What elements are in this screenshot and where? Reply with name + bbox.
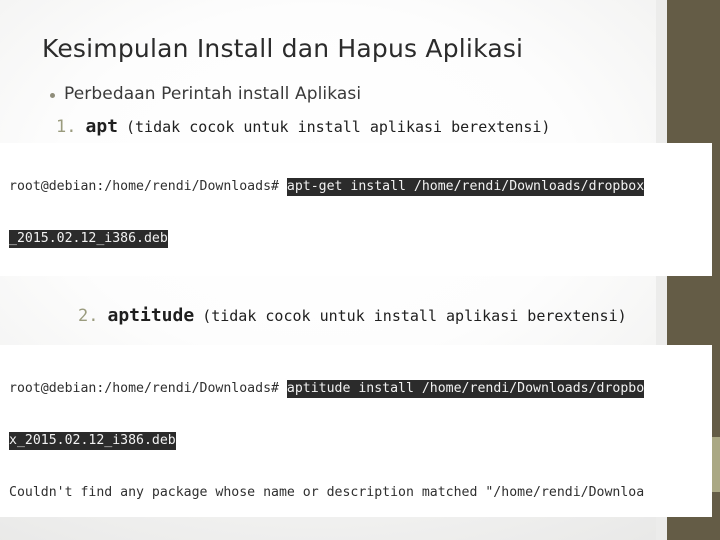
terminal-prompt: root@debian:/home/rendi/Downloads# <box>9 178 287 194</box>
terminal-line-couldnt-find-1: Couldn't find any package whose name or … <box>9 485 645 501</box>
terminal-command-wrap: _2015.02.12_i386.deb <box>9 230 168 249</box>
terminal-command-typed: apt-get install /home/rendi/Downloads/dr… <box>286 177 645 196</box>
numbered-item-command: apt <box>85 116 118 137</box>
bullet-item-label: Perbedaan Perintah install Aplikasi <box>64 84 362 104</box>
bullet-item-perbedaan: Perbedaan Perintah install Aplikasi <box>50 84 361 104</box>
terminal-line-command: root@debian:/home/rendi/Downloads# apt-g… <box>0 177 712 196</box>
numbered-item-marker: 2. <box>78 306 99 326</box>
terminal-command-wrap: x_2015.02.12_i386.deb <box>9 432 176 451</box>
bullet-dot-icon <box>50 92 55 98</box>
numbered-item-marker: 1. <box>56 117 77 137</box>
numbered-item-aptitude: 2. aptitude (tidak cocok untuk install a… <box>78 305 627 326</box>
numbered-item-note: (tidak cocok untuk install aplikasi bere… <box>202 307 627 325</box>
terminal-line-command-wrap: x_2015.02.12_i386.deb <box>0 432 712 451</box>
terminal-output-apt: root@debian:/home/rendi/Downloads# apt-g… <box>0 143 712 276</box>
page-title: Kesimpulan Install dan Hapus Aplikasi <box>42 34 524 63</box>
terminal-prompt: root@debian:/home/rendi/Downloads# <box>9 380 287 396</box>
numbered-item-command: aptitude <box>107 305 195 326</box>
numbered-item-apt: 1. apt (tidak cocok untuk install aplika… <box>56 116 550 137</box>
terminal-line-command-wrap: _2015.02.12_i386.deb <box>0 230 712 249</box>
terminal-line-command: root@debian:/home/rendi/Downloads# aptit… <box>0 379 712 398</box>
numbered-item-note: (tidak cocok untuk install aplikasi bere… <box>126 118 551 136</box>
slide-canvas: Kesimpulan Install dan Hapus Aplikasi Pe… <box>0 0 720 540</box>
terminal-command-typed: aptitude install /home/rendi/Downloads/d… <box>286 379 645 398</box>
terminal-output-aptitude: root@debian:/home/rendi/Downloads# aptit… <box>0 345 712 517</box>
